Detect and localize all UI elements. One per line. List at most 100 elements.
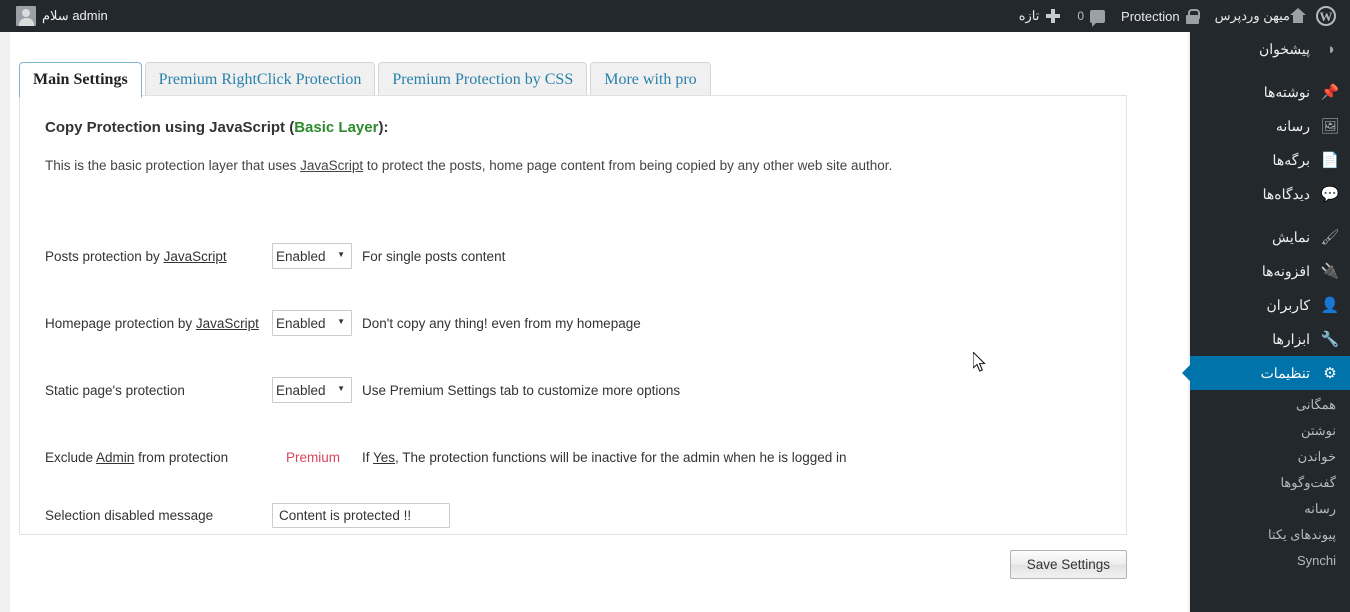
tab-0[interactable]: Main Settings	[19, 62, 142, 98]
plugins-icon: 🔌	[1320, 263, 1340, 280]
select-wrapper: EnabledDisabled	[272, 310, 352, 336]
tools-icon: 🔧	[1320, 331, 1340, 348]
dashboard-icon: ◑	[1325, 40, 1335, 58]
sidebar-item-2[interactable]: 🖼 رسانه	[1190, 109, 1350, 143]
sidebar-item-label: تنظیمات	[1260, 364, 1310, 381]
sidebar-item-4[interactable]: 💬 دیدگاه‌ها	[1190, 177, 1350, 211]
row-static-page-protection: Static page's protection EnabledDisabled…	[45, 376, 680, 404]
site-name-menu[interactable]: میهن وردپرس	[1207, 0, 1308, 32]
appearance-icon: 🖌	[1320, 229, 1340, 246]
row-static-page-protection-desc: Use Premium Settings tab to customize mo…	[362, 382, 681, 398]
settings-icon: ⚙	[1323, 365, 1337, 382]
panel-title: Copy Protection using JavaScript (Basic …	[45, 119, 388, 136]
account-menu[interactable]: سلام admin	[8, 0, 116, 32]
sidebar-item-6[interactable]: 🔌 افزونه‌ها	[1190, 254, 1350, 288]
row-posts-protection-label: Posts protection by JavaScript	[45, 249, 272, 264]
description-part1: This is the basic protection layer that …	[45, 158, 301, 173]
site-name-label: میهن وردپرس	[1214, 8, 1290, 23]
sidebar-item-7[interactable]: 👤 کاربران	[1190, 288, 1350, 322]
sidebar-item-0[interactable]: ◑ پیشخوان	[1190, 32, 1350, 66]
select-wrapper: EnabledDisabled	[272, 243, 352, 269]
panel-title-suffix: ):	[378, 119, 389, 136]
pin-icon: 📌	[1320, 84, 1340, 101]
sidebar-item-label: ابزارها	[1272, 330, 1310, 347]
label-text-post: from protection	[134, 449, 229, 465]
label-text: Posts protection by	[45, 248, 164, 264]
submenu-item-4[interactable]: رسانه	[1190, 496, 1350, 522]
admin-bar-right: W میهن وردپرس Protection 0 تازه	[1011, 0, 1350, 32]
new-content-label: تازه	[1018, 8, 1040, 23]
static-page-protection-select[interactable]: EnabledDisabled	[272, 377, 352, 403]
main-content: Main Settings Premium RightClick Protecti…	[0, 32, 1190, 612]
row-selection-message-control	[272, 502, 450, 528]
tab-1[interactable]: Premium RightClick Protection	[144, 62, 376, 98]
sidebar-menu: ◑ پیشخوان 📌 نوشته‌ها 🖼 رسانه 📄 برگه‌ها 💬 دیدگاه‌ه…	[1182, 32, 1350, 390]
user-avatar-icon	[16, 6, 36, 26]
submenu-item-6[interactable]: Synchi	[1190, 548, 1350, 574]
selection-disabled-message-input[interactable]	[272, 502, 450, 528]
sidebar-item-8[interactable]: 🔧 ابزارها	[1190, 322, 1350, 356]
homepage-protection-select[interactable]: EnabledDisabled	[272, 310, 352, 336]
comment-bubble-icon	[1090, 9, 1106, 27]
comments-icon: 💬	[1320, 186, 1340, 203]
sidebar-item-3[interactable]: 📄 برگه‌ها	[1190, 143, 1350, 177]
row-posts-protection-control: EnabledDisabled	[272, 243, 354, 269]
row-selection-message-label: Selection disabled message	[45, 508, 272, 523]
submenu-item-1[interactable]: نوشتن	[1190, 418, 1350, 444]
pages-icon: 📄	[1320, 152, 1340, 169]
save-settings-button[interactable]: Save Settings	[1009, 550, 1127, 579]
sidebar-item-label: پیشخوان	[1258, 40, 1310, 57]
comment-count: 0	[1077, 9, 1085, 23]
settings-submenu: همگانی نوشتن خواندن گفت‌وگوها رسانه پیوندهای …	[1190, 390, 1350, 580]
javascript-abbr: JavaScript	[300, 158, 364, 173]
panel-title-highlight: Basic Layer	[294, 119, 379, 136]
yes-abbr: Yes	[373, 449, 396, 465]
row-selection-message: Selection disabled message	[45, 501, 450, 529]
submenu-item-3[interactable]: گفت‌وگوها	[1190, 470, 1350, 496]
javascript-abbr: JavaScript	[163, 248, 227, 264]
tab-3[interactable]: More with pro	[590, 62, 711, 98]
protection-menu[interactable]: Protection	[1113, 0, 1207, 32]
wordpress-logo-menu[interactable]: W	[1308, 0, 1344, 32]
submenu-item-2[interactable]: خواندن	[1190, 444, 1350, 470]
sidebar-item-label: دیدگاه‌ها	[1262, 185, 1310, 202]
label-text: Static page's protection	[45, 382, 185, 398]
row-exclude-admin-desc: If Yes, The protection functions will be…	[362, 450, 847, 465]
javascript-abbr: JavaScript	[195, 315, 259, 331]
admin-bar-left: سلام admin	[0, 0, 116, 32]
submenu-item-5[interactable]: پیوندهای یکتا	[1190, 522, 1350, 548]
settings-tabs: Main Settings Premium RightClick Protecti…	[19, 62, 711, 98]
new-content-menu[interactable]: تازه	[1011, 0, 1070, 32]
admin-sidebar: ◑ پیشخوان 📌 نوشته‌ها 🖼 رسانه 📄 برگه‌ها 💬 دیدگاه‌ه…	[1182, 32, 1350, 612]
label-text: Homepage protection by	[45, 315, 196, 331]
row-posts-protection: Posts protection by JavaScript EnabledDi…	[45, 242, 505, 270]
submenu-item-0[interactable]: همگانی	[1190, 392, 1350, 418]
desc-pre: If	[362, 449, 374, 465]
row-homepage-protection-desc: Don't copy any thing! even from my homep…	[362, 315, 641, 331]
sidebar-item-1[interactable]: 📌 نوشته‌ها	[1190, 75, 1350, 109]
label-text: Exclude	[45, 449, 97, 465]
row-exclude-admin-label: Exclude Admin from protection	[45, 450, 272, 465]
row-static-page-protection-control: EnabledDisabled	[272, 377, 354, 403]
users-icon: 👤	[1320, 297, 1340, 314]
tab-2[interactable]: Premium Protection by CSS	[378, 62, 588, 98]
sidebar-separator	[1190, 66, 1350, 75]
select-wrapper: EnabledDisabled	[272, 377, 352, 403]
panel-description: This is the basic protection layer that …	[45, 158, 892, 173]
row-exclude-admin: Exclude Admin from protection Premium If…	[45, 443, 847, 471]
protection-label: Protection	[1121, 8, 1180, 24]
description-part2: to protect the posts, home page content …	[363, 158, 893, 173]
row-posts-protection-desc: For single posts content	[362, 248, 506, 264]
lock-icon	[1185, 8, 1201, 24]
wordpress-logo-icon: W	[1316, 6, 1336, 26]
sidebar-item-label: برگه‌ها	[1272, 151, 1310, 168]
main-settings-panel: Copy Protection using JavaScript (Basic …	[19, 95, 1127, 535]
plus-icon	[1045, 8, 1061, 24]
save-row: Save Settings	[19, 550, 1127, 579]
sidebar-item-9[interactable]: ⚙ تنظیمات	[1182, 356, 1350, 390]
sidebar-item-label: افزونه‌ها	[1261, 262, 1310, 279]
sidebar-item-5[interactable]: 🖌 نمایش	[1190, 220, 1350, 254]
sidebar-separator	[1190, 211, 1350, 220]
comments-bubble[interactable]: 0	[1069, 0, 1113, 32]
posts-protection-select[interactable]: EnabledDisabled	[272, 243, 352, 269]
